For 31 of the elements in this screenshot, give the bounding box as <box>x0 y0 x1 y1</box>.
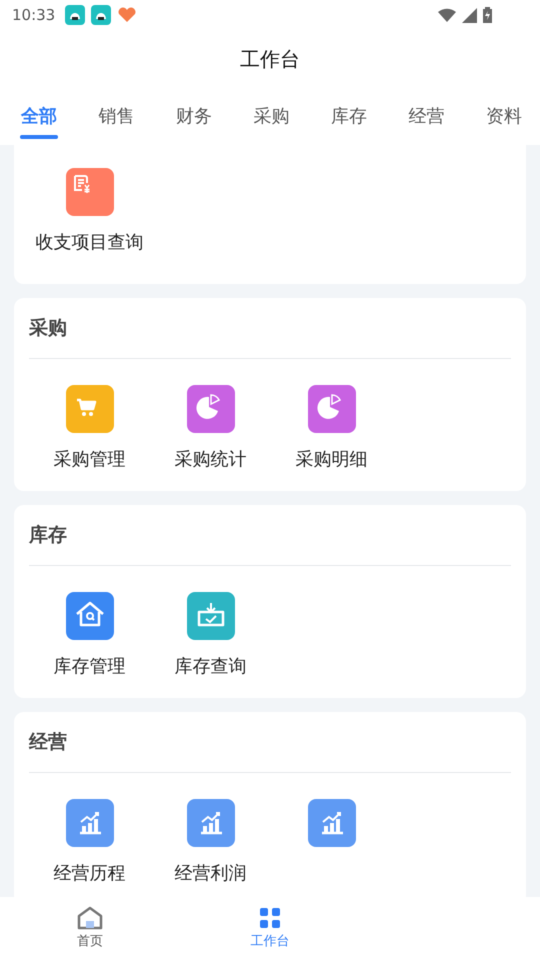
heart-icon <box>117 7 138 23</box>
category-tab[interactable]: 全部 <box>0 88 78 145</box>
category-tab[interactable]: 采购 <box>232 88 310 145</box>
nav-tab[interactable]: 首页 <box>0 897 180 960</box>
home-icon <box>77 906 103 930</box>
section-title: 采购 <box>29 316 67 341</box>
section-title: 经营 <box>29 730 67 755</box>
notification-icon <box>65 5 86 25</box>
signal-icon <box>462 8 477 22</box>
category-tab[interactable]: 资料 <box>465 88 540 145</box>
page-title: 工作台 <box>240 46 300 73</box>
category-tab[interactable]: 库存 <box>310 88 388 145</box>
category-tab[interactable]: 财务 <box>155 88 232 145</box>
shortcut-item[interactable]: 库存查询 <box>150 592 271 680</box>
nav-tab[interactable]: 工作台 <box>180 897 360 960</box>
status-time: 10:33 <box>12 4 56 26</box>
notification-icon <box>91 5 112 25</box>
shortcut-item[interactable]: 库存管理 <box>29 592 150 680</box>
section-title: 库存 <box>29 522 67 548</box>
shortcut-item[interactable]: 收支项目查询 <box>29 168 150 256</box>
shortcut-item[interactable]: 采购明细 <box>271 385 392 473</box>
shortcut-item[interactable]: 采购统计 <box>150 385 271 473</box>
tab-indicator <box>20 135 58 139</box>
category-tab[interactable]: 经营 <box>388 88 465 145</box>
grid-icon <box>258 906 282 930</box>
shortcut-item[interactable]: 经营利润 <box>150 799 271 887</box>
wifi-icon <box>438 8 456 22</box>
battery-icon <box>483 7 492 23</box>
shortcut-item[interactable]: 经营历程 <box>29 799 150 887</box>
shortcut-item[interactable]: 采购管理 <box>29 385 150 473</box>
category-tab[interactable]: 销售 <box>78 88 155 145</box>
